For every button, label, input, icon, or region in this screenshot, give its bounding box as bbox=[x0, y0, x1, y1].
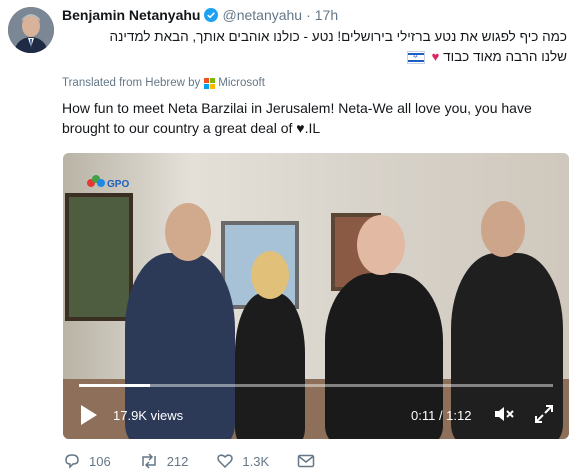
tweet-original-text: כמה כיף לפגוש את נטע ברזילי בירושלים! נט… bbox=[62, 27, 567, 67]
tweet-actions: 106 212 1.3K bbox=[63, 452, 351, 470]
play-icon[interactable] bbox=[81, 405, 97, 425]
hebrew-line-1: כמה כיף לפגוש את נטע ברזילי בירושלים! נט… bbox=[109, 29, 567, 44]
video-frame-head-4 bbox=[481, 201, 525, 257]
video-frame-person-2 bbox=[235, 293, 305, 439]
author-handle[interactable]: @netanyahu bbox=[222, 7, 302, 23]
hebrew-line-2: שלנו הרבה מאוד כבוד ♥ ✡ bbox=[62, 47, 567, 67]
retweet-button[interactable]: 212 bbox=[139, 452, 189, 470]
envelope-icon bbox=[297, 454, 315, 468]
video-view-count: 17.9K views bbox=[113, 408, 184, 423]
translation-attribution: Translated from Hebrew by Microsoft bbox=[62, 77, 265, 89]
tweet-timestamp[interactable]: 17h bbox=[315, 7, 338, 23]
video-frame-painting-left bbox=[65, 193, 133, 321]
reply-icon bbox=[65, 454, 79, 469]
hebrew-line-2-text: שלנו הרבה מאוד כבוד bbox=[443, 49, 567, 64]
gpo-logo-icon bbox=[87, 174, 105, 189]
fullscreen-icon[interactable] bbox=[533, 403, 555, 425]
retweet-icon bbox=[141, 453, 156, 469]
english-suffix: ♥.IL bbox=[296, 120, 321, 136]
separator-dot: · bbox=[306, 7, 311, 23]
video-frame-head-2 bbox=[251, 251, 289, 299]
gpo-watermark: GPO bbox=[87, 173, 129, 190]
video-timecode: 0:11 / 1:12 bbox=[411, 408, 472, 423]
tweet-translated-text: How fun to meet Neta Barzilai in Jerusal… bbox=[62, 98, 542, 138]
translated-label: Translated from Hebrew by bbox=[62, 77, 201, 89]
video-frame-head-3 bbox=[357, 215, 405, 275]
gpo-label: GPO bbox=[107, 179, 130, 190]
avatar[interactable] bbox=[8, 7, 54, 53]
direct-message-button[interactable] bbox=[297, 453, 323, 469]
israel-flag-icon: ✡ bbox=[406, 50, 425, 64]
translation-provider[interactable]: Microsoft bbox=[218, 77, 265, 89]
mute-icon[interactable] bbox=[493, 403, 515, 425]
video-progress-bar[interactable] bbox=[79, 384, 553, 387]
video-frame-head-1 bbox=[165, 203, 211, 261]
heart-emoji: ♥ bbox=[431, 49, 440, 64]
reply-count: 106 bbox=[89, 453, 111, 469]
retweet-count: 212 bbox=[166, 453, 189, 469]
like-button[interactable]: 1.3K bbox=[216, 452, 269, 470]
verified-badge-icon bbox=[204, 8, 219, 22]
avatar-image bbox=[8, 7, 54, 53]
video-player[interactable]: GPO 17.9K views 0:11 / 1:12 bbox=[63, 153, 569, 439]
like-heart-icon bbox=[217, 454, 234, 469]
microsoft-logo-icon bbox=[204, 77, 216, 89]
tweet-header: Benjamin Netanyahu @netanyahu · 17h bbox=[62, 6, 338, 24]
author-name[interactable]: Benjamin Netanyahu bbox=[62, 7, 200, 23]
like-count: 1.3K bbox=[242, 453, 270, 469]
reply-button[interactable]: 106 bbox=[63, 452, 111, 470]
video-progress-fill bbox=[79, 384, 151, 387]
